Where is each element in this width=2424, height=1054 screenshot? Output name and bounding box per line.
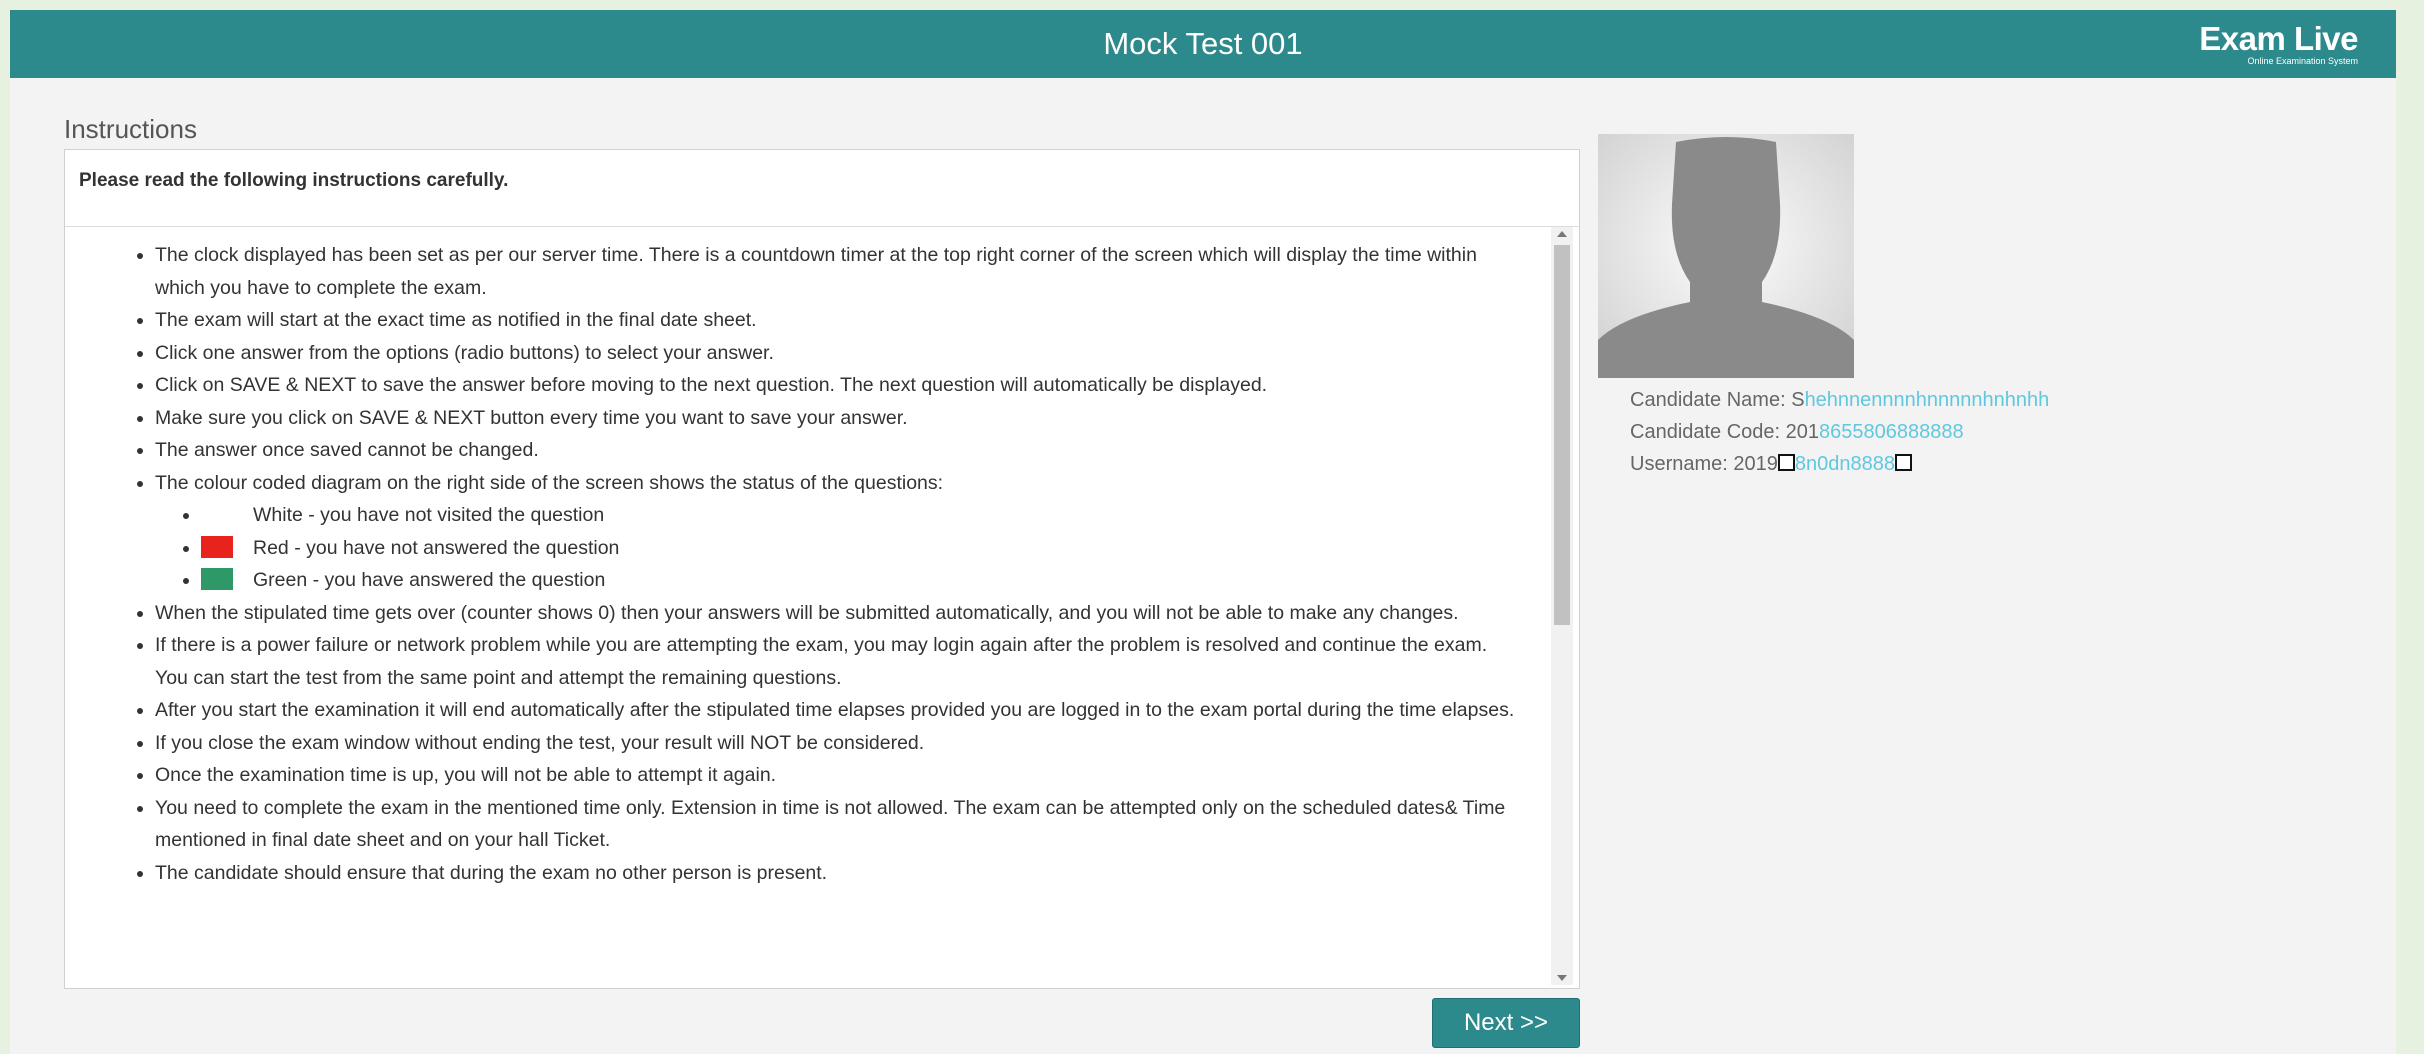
instruction-item: The answer once saved cannot be changed. [155, 434, 1545, 467]
missing-glyph-icon [1777, 454, 1795, 471]
person-silhouette-icon [1598, 134, 1854, 378]
username-redacted: 8n0dn8888 [1794, 453, 1895, 475]
instruction-item: Make sure you click on SAVE & NEXT butto… [155, 402, 1545, 435]
exam-live-logo: Exam Live Online Examination System [2199, 20, 2358, 66]
legend-item-white: White - you have not visited the questio… [201, 499, 1525, 532]
instruction-item: You need to complete the exam in the men… [155, 792, 1545, 857]
instruction-item: If there is a power failure or network p… [155, 629, 1545, 694]
username-line: Username: 2019 8n0dn8888 [1630, 448, 2049, 480]
logo-main-text: Exam Live [2199, 20, 2358, 57]
instruction-item: The clock displayed has been set as per … [155, 239, 1545, 304]
candidate-name-label: Candidate Name: [1630, 389, 1786, 411]
triangle-up-icon[interactable] [1557, 231, 1567, 237]
instructions-scrollbar[interactable] [1551, 227, 1573, 985]
instruction-item: Click one answer from the options (radio… [155, 337, 1545, 370]
candidate-code-line: Candidate Code: 2018655806888888 [1630, 416, 2049, 448]
username-value: 2019 [1733, 453, 1778, 475]
instruction-item: The candidate should ensure that during … [155, 857, 1545, 890]
candidate-name-value: S [1791, 389, 1805, 411]
instructions-heading: Please read the following instructions c… [79, 170, 509, 191]
app-frame: Mock Test 001 Exam Live Online Examinati… [10, 10, 2396, 1054]
instruction-item-legend: The colour coded diagram on the right si… [155, 467, 1545, 597]
candidate-code-redacted: 8655806888888 [1819, 421, 1964, 443]
instructions-section-label: Instructions [64, 114, 197, 144]
username-label: Username: [1630, 453, 1728, 475]
triangle-down-icon[interactable] [1557, 975, 1567, 981]
instructions-list: The clock displayed has been set as per … [65, 239, 1545, 889]
test-title: Mock Test 001 [1103, 26, 1303, 61]
candidate-code-value: 201 [1785, 421, 1820, 443]
instructions-scroll-area[interactable]: The clock displayed has been set as per … [65, 227, 1579, 987]
instructions-panel: Please read the following instructions c… [64, 149, 1580, 989]
legend-red-text: Red - you have not answered the question [253, 536, 620, 559]
legend-green-text: Green - you have answered the question [253, 569, 606, 591]
candidate-code-label: Candidate Code: [1630, 421, 1781, 443]
legend-item-green: Green - you have answered the question [201, 564, 1525, 597]
red-status-swatch [201, 535, 233, 558]
candidate-name-line: Candidate Name: Shehnnennnnhnnnnnhnhnhh [1630, 384, 2049, 416]
candidate-info: Candidate Name: Shehnnennnnhnnnnnhnhnhh … [1630, 384, 2049, 480]
instruction-item: Click on SAVE & NEXT to save the answer … [155, 369, 1545, 402]
green-status-swatch [201, 568, 233, 590]
instruction-item: If you close the exam window without end… [155, 727, 1545, 760]
status-legend: White - you have not visited the questio… [155, 499, 1525, 597]
instruction-item: When the stipulated time gets over (coun… [155, 597, 1545, 630]
missing-glyph-icon [1894, 454, 1912, 471]
legend-white-text: White - you have not visited the questio… [253, 504, 605, 526]
next-button[interactable]: Next >> [1432, 998, 1580, 1048]
legend-intro-text: The colour coded diagram on the right si… [155, 471, 944, 494]
white-status-swatch [201, 503, 233, 525]
instruction-item: After you start the examination it will … [155, 694, 1545, 727]
legend-item-red: Red - you have not answered the question [201, 532, 1525, 565]
top-header: Mock Test 001 Exam Live Online Examinati… [10, 10, 2396, 78]
instruction-item: The exam will start at the exact time as… [155, 304, 1545, 337]
candidate-name-redacted: hehnnennnnhnnnnnhnhnhh [1804, 389, 2050, 411]
scrollbar-thumb[interactable] [1554, 245, 1570, 625]
instruction-item: Once the examination time is up, you wil… [155, 759, 1545, 792]
